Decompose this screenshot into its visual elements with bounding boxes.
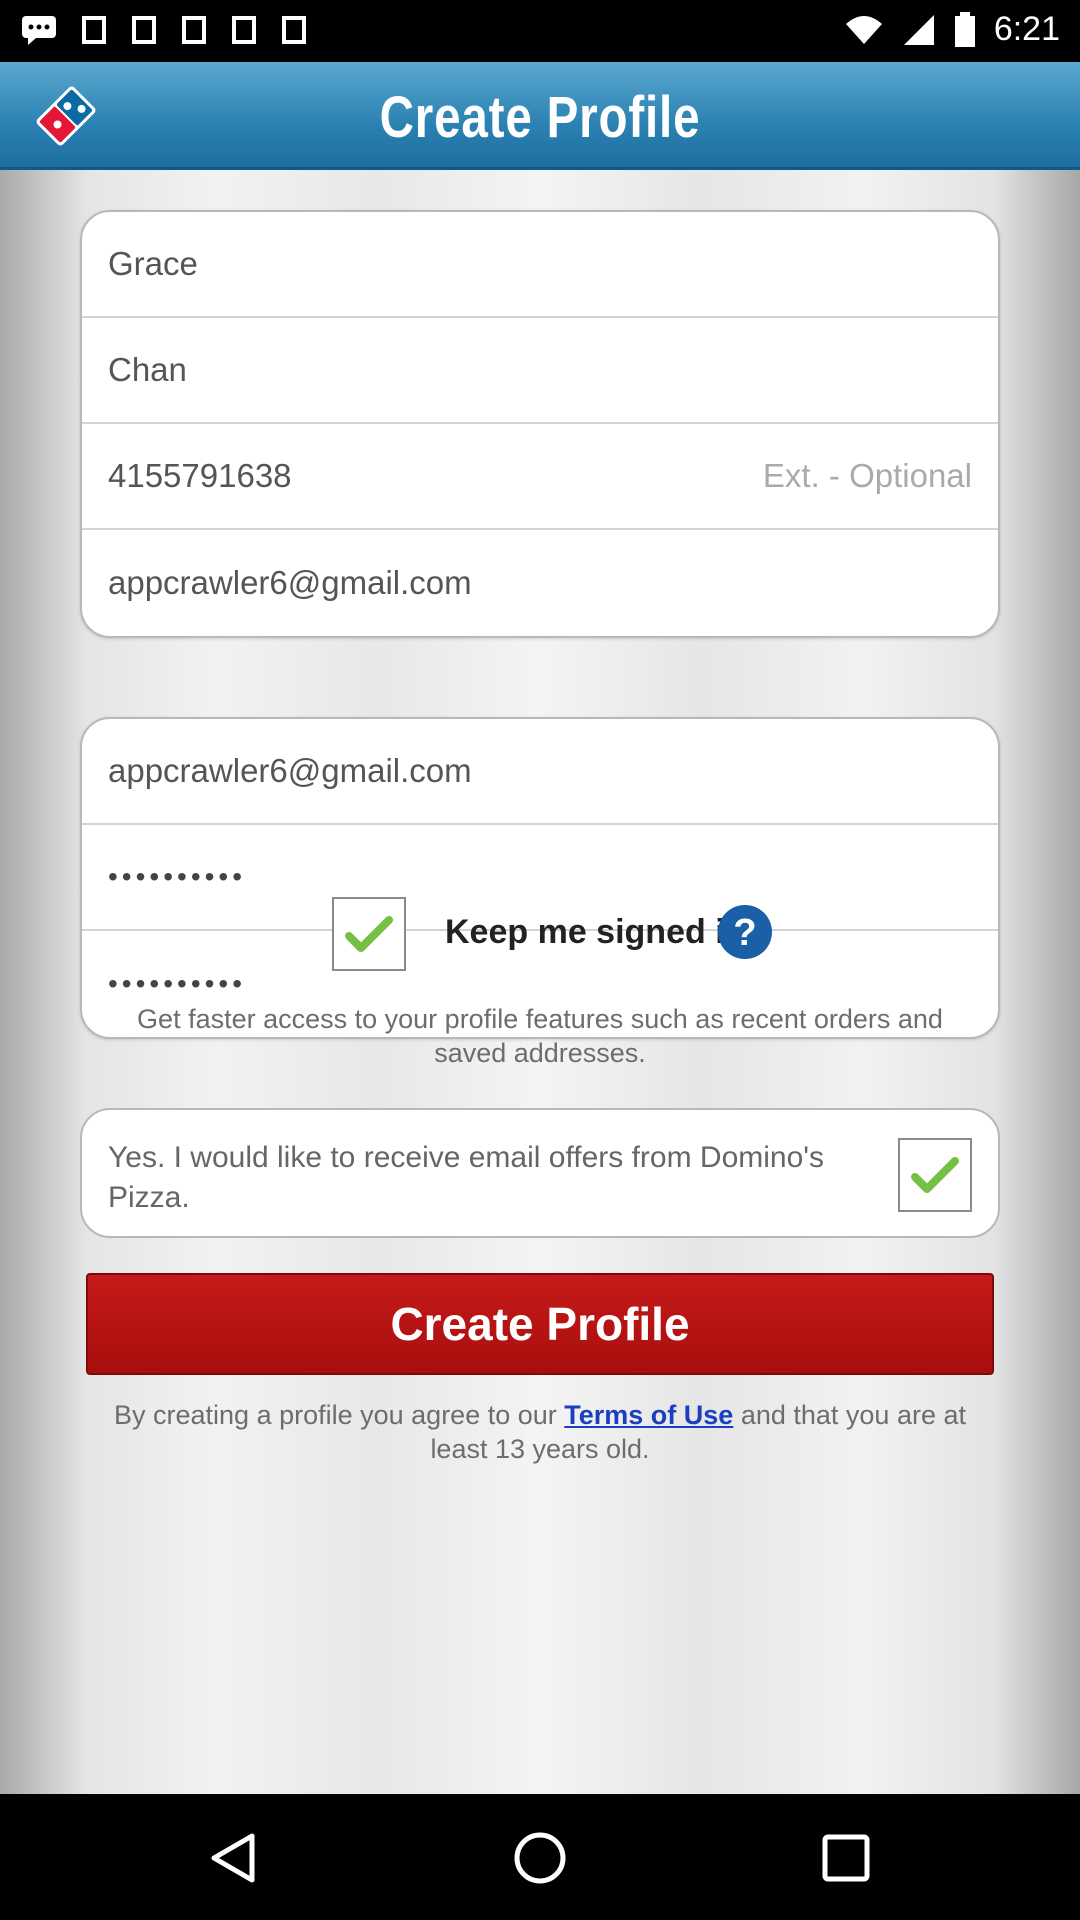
email-value: appcrawler6@gmail.com (108, 564, 472, 601)
image-icon (232, 16, 256, 44)
last-name-value: Chan (108, 351, 187, 388)
navigation-bar (0, 1794, 1080, 1920)
ext-field[interactable]: Ext. - Optional (763, 457, 972, 495)
recents-icon (822, 1834, 870, 1882)
keep-signed-in-info: Get faster access to your profile featur… (137, 1004, 943, 1068)
confirm-email-field[interactable]: appcrawler6@gmail.com (82, 719, 998, 825)
status-time: 6:21 (993, 10, 1060, 48)
home-icon (514, 1832, 566, 1884)
email-offers-card: Yes. I would like to receive email offer… (80, 1108, 1000, 1238)
back-icon (211, 1833, 255, 1883)
terms-of-use-link[interactable]: Terms of Use (564, 1400, 733, 1430)
app-header: Create Profile (0, 62, 1080, 170)
checkmark-icon (911, 1157, 959, 1193)
signal-icon (903, 14, 934, 45)
keep-signed-in-checkbox[interactable] (332, 897, 406, 971)
back-button[interactable] (206, 1830, 262, 1891)
terms-prefix: By creating a profile you agree to our (114, 1400, 565, 1430)
first-name-field[interactable]: Grace (82, 212, 998, 318)
phone-value: 4155791638 (108, 457, 292, 494)
image-icon (282, 16, 306, 44)
status-bar: 6:21 (0, 0, 1080, 62)
battery-icon (954, 11, 975, 47)
email-field[interactable]: appcrawler6@gmail.com (82, 530, 998, 636)
personal-info-card: Grace Chan 4155791638 Ext. - Optional ap… (80, 210, 1000, 638)
account-info-card: appcrawler6@gmail.com •••••••••• •••••••… (80, 717, 1000, 1039)
dominos-logo-icon (26, 76, 106, 161)
keep-signed-in-row: Keep me signed in ? (0, 895, 1080, 975)
chat-icon (22, 16, 56, 45)
image-icon (182, 16, 206, 44)
create-profile-button[interactable]: Create Profile (86, 1273, 994, 1375)
wifi-icon (845, 15, 882, 44)
password-value: •••••••••• (108, 861, 247, 892)
checkmark-icon (345, 916, 393, 952)
email-offers-checkbox[interactable] (898, 1138, 972, 1212)
recents-button[interactable] (818, 1830, 874, 1891)
phone-field[interactable]: 4155791638 Ext. - Optional (82, 424, 998, 530)
image-icon (82, 16, 106, 44)
first-name-value: Grace (108, 245, 198, 282)
email-offers-label: Yes. I would like to receive email offer… (108, 1141, 825, 1214)
confirm-email-value: appcrawler6@gmail.com (108, 752, 472, 789)
keep-signed-in-label: Keep me signed in (445, 913, 746, 951)
home-button[interactable] (512, 1830, 568, 1891)
terms-text: By creating a profile you agree to our T… (90, 1398, 990, 1466)
page-title: Create Profile (379, 85, 701, 150)
svg-text:?: ? (733, 912, 756, 954)
help-icon[interactable]: ? (716, 903, 774, 966)
last-name-field[interactable]: Chan (82, 318, 998, 424)
image-icon (132, 16, 156, 44)
